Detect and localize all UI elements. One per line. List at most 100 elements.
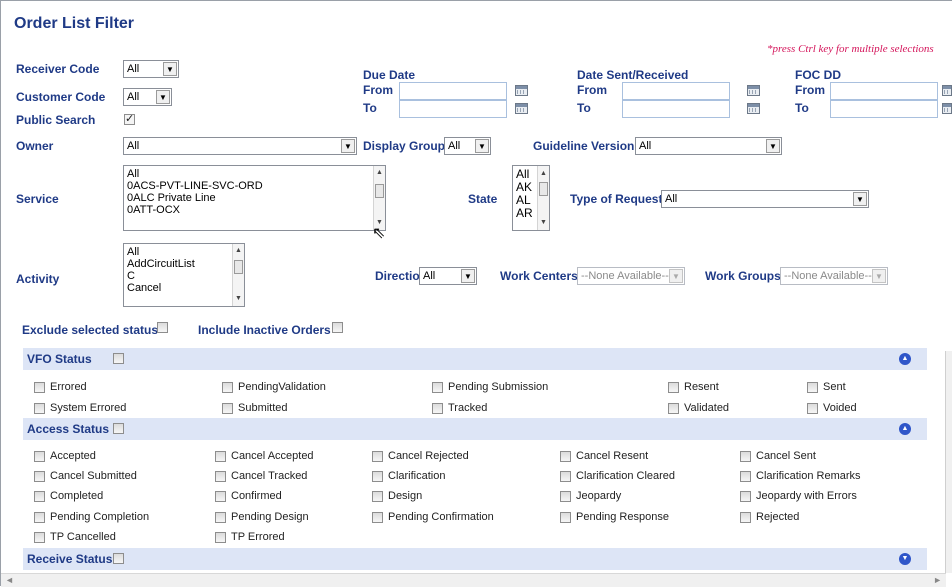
- foc-dd-from-label: From: [795, 83, 825, 97]
- calendar-icon[interactable]: [942, 85, 952, 96]
- checkbox[interactable]: [215, 471, 226, 482]
- customer-code-label: Customer Code: [16, 90, 106, 104]
- owner-select[interactable]: All ▼: [123, 137, 357, 155]
- scroll-thumb[interactable]: [539, 182, 548, 196]
- checkbox[interactable]: [560, 491, 571, 502]
- checkbox[interactable]: [372, 512, 383, 523]
- checkbox[interactable]: [668, 382, 679, 393]
- checkbox[interactable]: [34, 471, 45, 482]
- list-item[interactable]: 0ALC Private Line: [124, 192, 385, 204]
- checkbox[interactable]: [215, 532, 226, 543]
- vfo-status-header: VFO Status ▲: [23, 348, 927, 370]
- checkbox[interactable]: [34, 403, 45, 414]
- scrollbar[interactable]: ▲ ▼: [232, 244, 244, 306]
- checkbox[interactable]: [740, 491, 751, 502]
- option-label: Submitted: [238, 402, 288, 414]
- list-item[interactable]: Cancel: [124, 282, 244, 294]
- display-group-value: All: [448, 140, 461, 152]
- receiver-code-select[interactable]: All ▼: [123, 60, 179, 78]
- horizontal-scrollbar[interactable]: ◄ ►: [1, 573, 946, 587]
- dropdown-arrow-icon: ▼: [872, 269, 886, 283]
- scrollbar[interactable]: ▲ ▼: [537, 166, 549, 230]
- checkbox[interactable]: [560, 512, 571, 523]
- checkbox[interactable]: [740, 451, 751, 462]
- list-item[interactable]: 0ATT-OCX: [124, 204, 385, 216]
- list-item[interactable]: C: [124, 270, 244, 282]
- access-status-header: Access Status ▲: [23, 418, 927, 440]
- due-date-to-input[interactable]: [399, 100, 507, 118]
- option-label: Cancel Accepted: [231, 450, 314, 462]
- list-item[interactable]: All: [124, 168, 385, 180]
- checkbox[interactable]: [560, 451, 571, 462]
- scroll-thumb[interactable]: [375, 184, 384, 198]
- include-inactive-checkbox[interactable]: [332, 322, 343, 333]
- option-label: System Errored: [50, 402, 127, 414]
- direction-select[interactable]: All ▼: [419, 267, 477, 285]
- checkbox[interactable]: [34, 451, 45, 462]
- calendar-icon[interactable]: [747, 85, 760, 96]
- checkbox[interactable]: [34, 532, 45, 543]
- customer-code-select[interactable]: All ▼: [123, 88, 172, 106]
- calendar-icon[interactable]: [515, 85, 528, 96]
- calendar-icon[interactable]: [942, 103, 952, 114]
- calendar-icon[interactable]: [515, 103, 528, 114]
- checkbox[interactable]: [740, 471, 751, 482]
- checkbox[interactable]: [215, 512, 226, 523]
- chevron-up-circle-icon[interactable]: ▲: [899, 353, 911, 365]
- list-item[interactable]: All: [124, 246, 244, 258]
- checkbox[interactable]: [432, 403, 443, 414]
- display-group-select[interactable]: All ▼: [444, 137, 491, 155]
- dropdown-arrow-icon: ▼: [163, 62, 177, 76]
- dropdown-arrow-icon: ▼: [853, 192, 867, 206]
- type-of-request-select[interactable]: All ▼: [661, 190, 869, 208]
- date-sent-to-input[interactable]: [622, 100, 730, 118]
- work-centers-select[interactable]: --None Available-- ▼: [577, 267, 685, 285]
- date-sent-from-input[interactable]: [622, 82, 730, 100]
- checkbox[interactable]: [215, 451, 226, 462]
- scrollbar[interactable]: ▲ ▼: [373, 166, 385, 230]
- receive-status-select-all-checkbox[interactable]: [113, 553, 124, 564]
- option-label: Completed: [50, 490, 104, 502]
- checkbox[interactable]: [560, 471, 571, 482]
- guideline-version-select[interactable]: All ▼: [635, 137, 782, 155]
- exclude-status-checkbox[interactable]: [157, 322, 168, 333]
- activity-label: Activity: [16, 272, 60, 286]
- option-label: Tracked: [448, 402, 488, 414]
- work-groups-select[interactable]: --None Available-- ▼: [780, 267, 888, 285]
- checkbox[interactable]: [668, 403, 679, 414]
- option-label: Validated: [684, 402, 730, 414]
- scroll-thumb[interactable]: [234, 260, 243, 274]
- foc-dd-to-input[interactable]: [830, 100, 938, 118]
- scroll-left-icon[interactable]: ◄: [5, 575, 14, 585]
- public-search-checkbox[interactable]: [124, 112, 135, 125]
- chevron-down-circle-icon[interactable]: ▼: [899, 553, 911, 565]
- checkbox[interactable]: [372, 451, 383, 462]
- service-listbox[interactable]: All 0ACS-PVT-LINE-SVC-ORD 0ALC Private L…: [123, 165, 386, 231]
- checkbox[interactable]: [372, 471, 383, 482]
- due-date-from-input[interactable]: [399, 82, 507, 100]
- checkbox[interactable]: [807, 382, 818, 393]
- checkbox[interactable]: [34, 382, 45, 393]
- checkbox[interactable]: [34, 512, 45, 523]
- activity-listbox[interactable]: All AddCircuitList C Cancel ▲ ▼: [123, 243, 245, 307]
- checkbox[interactable]: [215, 491, 226, 502]
- checkbox[interactable]: [372, 491, 383, 502]
- checkbox[interactable]: [807, 403, 818, 414]
- vfo-status-select-all-checkbox[interactable]: [113, 353, 124, 364]
- checkbox[interactable]: [222, 403, 233, 414]
- calendar-icon[interactable]: [747, 103, 760, 114]
- foc-dd-from-input[interactable]: [830, 82, 938, 100]
- checkbox[interactable]: [222, 382, 233, 393]
- access-status-select-all-checkbox[interactable]: [113, 423, 124, 434]
- checkbox[interactable]: [740, 512, 751, 523]
- chevron-up-circle-icon[interactable]: ▲: [899, 423, 911, 435]
- state-listbox[interactable]: All AK AL AR ▲ ▼: [512, 165, 550, 231]
- option-label: TP Errored: [231, 531, 285, 543]
- checkbox[interactable]: [432, 382, 443, 393]
- receiver-code-label: Receiver Code: [16, 62, 100, 76]
- list-item[interactable]: AddCircuitList: [124, 258, 244, 270]
- checkbox[interactable]: [34, 491, 45, 502]
- vertical-scrollbar[interactable]: [945, 351, 952, 573]
- scroll-right-icon[interactable]: ►: [933, 575, 942, 585]
- list-item[interactable]: 0ACS-PVT-LINE-SVC-ORD: [124, 180, 385, 192]
